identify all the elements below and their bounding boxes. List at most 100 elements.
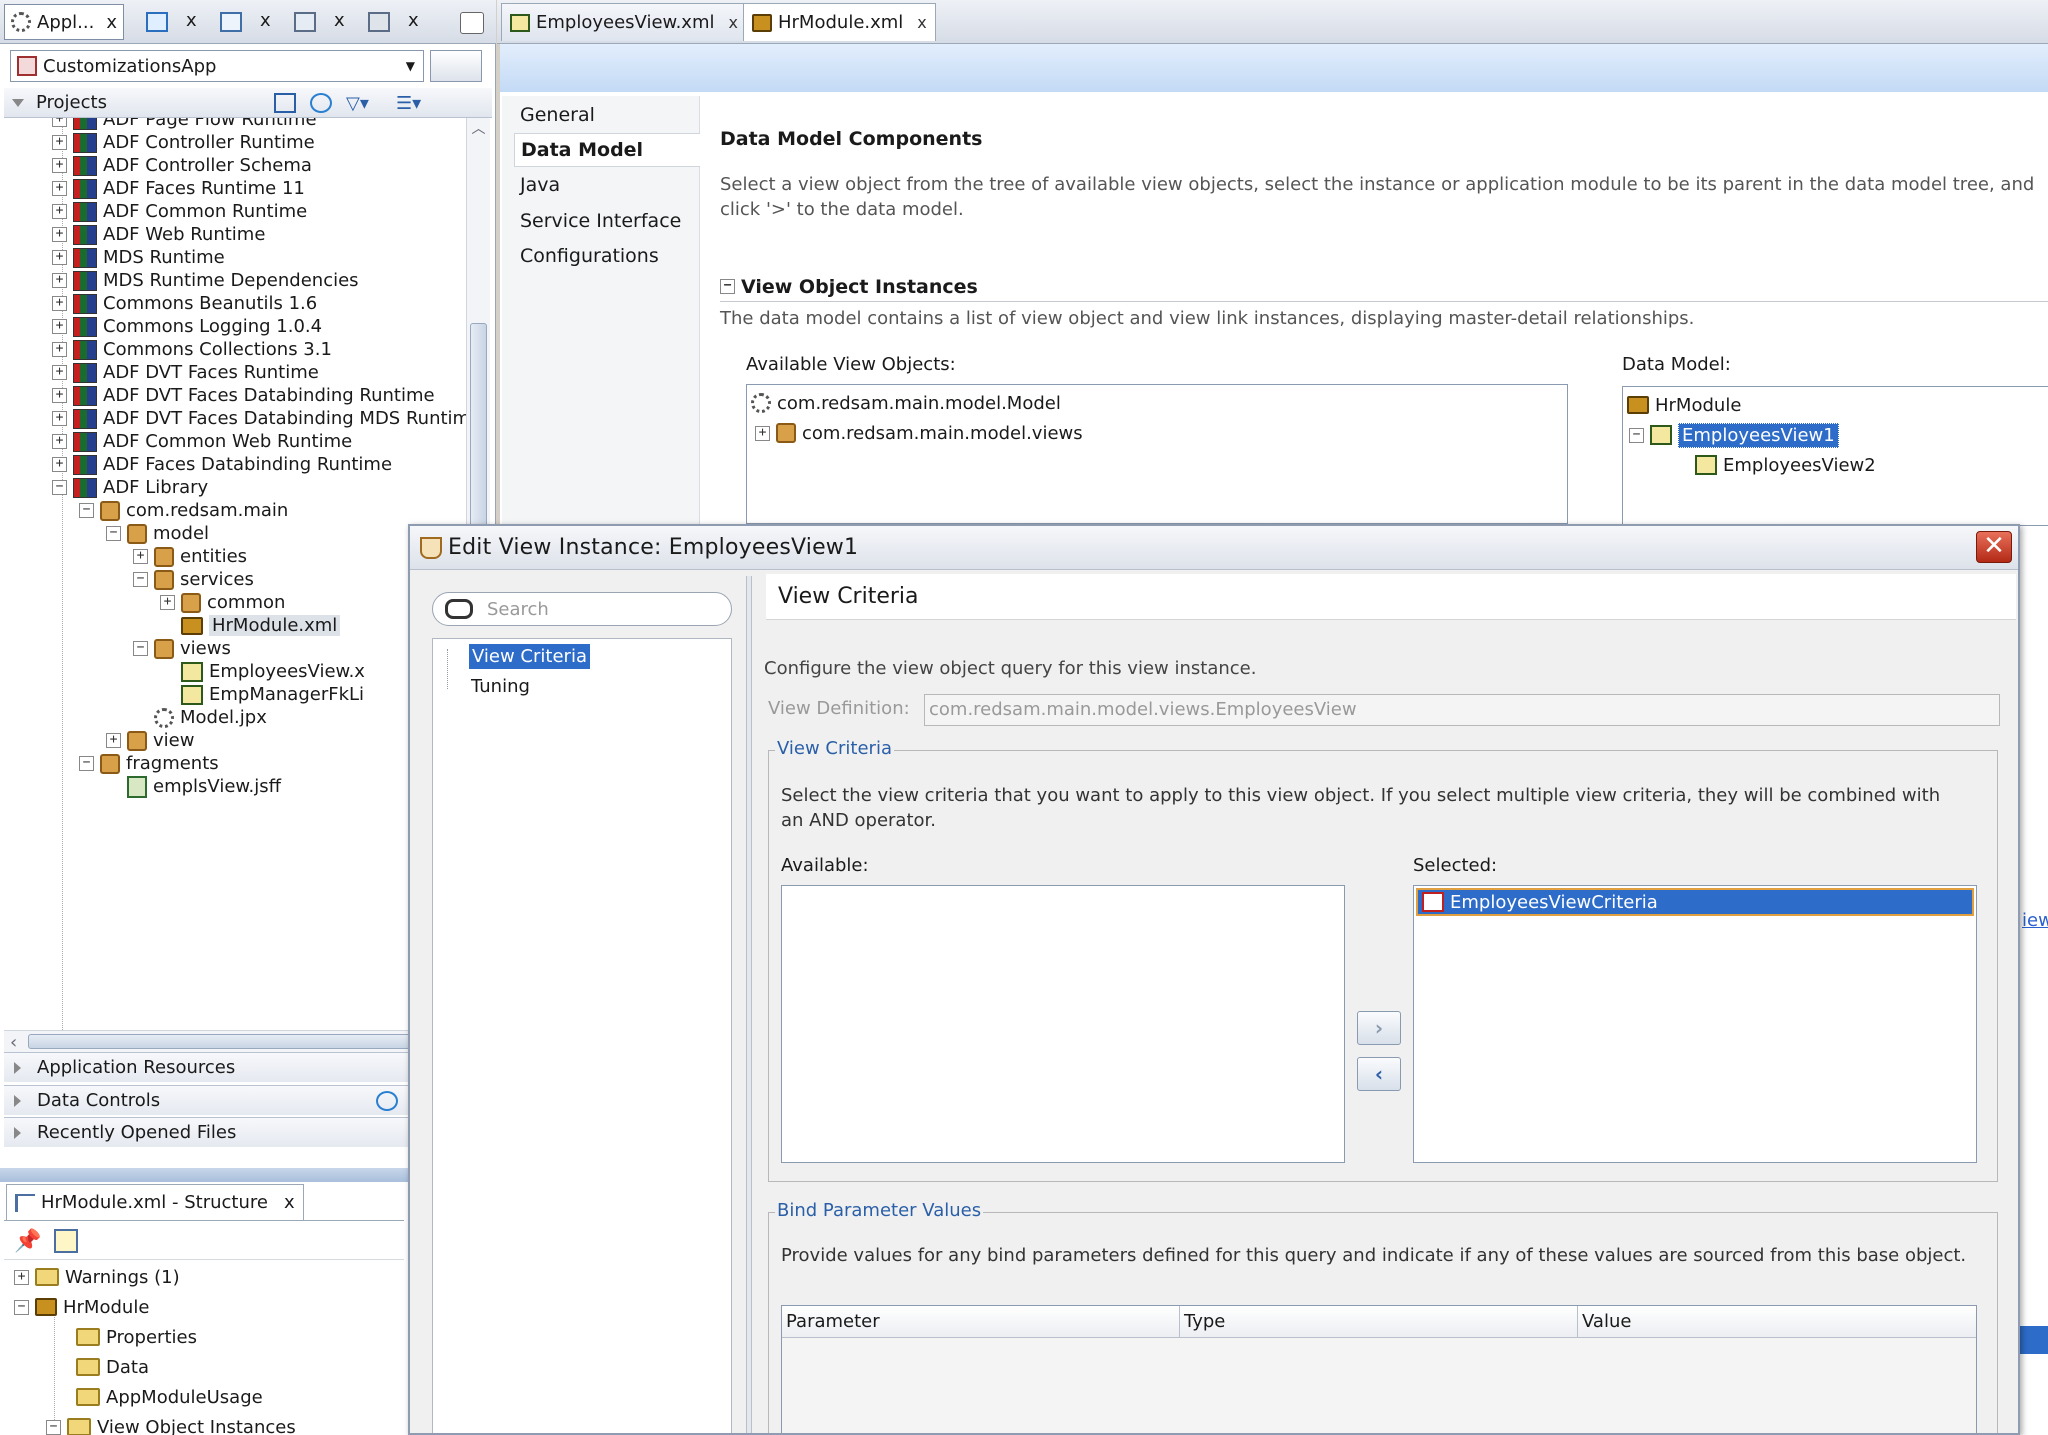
move-left-button[interactable]: ‹ xyxy=(1357,1057,1401,1091)
project-tree-item[interactable]: emplsView.jsff xyxy=(106,775,281,798)
dialog-title-bar[interactable]: Edit View Instance: EmployeesView1 ✕ xyxy=(410,526,2018,570)
dialog-nav-tuning[interactable]: Tuning xyxy=(471,671,530,701)
resource-icon[interactable] xyxy=(294,12,316,32)
project-tree-item[interactable]: EmpManagerFkLi xyxy=(160,683,364,706)
partial-link[interactable]: iew xyxy=(2022,910,2048,931)
project-tree-item[interactable]: + Commons Beanutils 1.6 xyxy=(52,292,317,315)
expand-icon[interactable]: + xyxy=(52,273,67,288)
collapse-icon[interactable]: − xyxy=(46,1419,61,1435)
accordion-data-controls[interactable]: Data Controls xyxy=(4,1085,408,1115)
tab-hrmodule-xml[interactable]: HrModule.xml x xyxy=(743,3,936,41)
selected-list[interactable]: EmployeesViewCriteria xyxy=(1413,885,1977,1163)
expand-icon[interactable]: + xyxy=(52,365,67,380)
available-view-objects-tree[interactable]: com.redsam.main.model.Model + com.redsam.… xyxy=(746,384,1568,524)
project-tree-item[interactable]: − ADF Library xyxy=(52,476,208,499)
project-tree-item[interactable]: + ADF Controller Schema xyxy=(52,154,312,177)
expand-icon[interactable]: + xyxy=(52,135,67,150)
tab-applications[interactable]: Appl... x xyxy=(4,4,124,40)
collapse-icon[interactable]: − xyxy=(106,526,121,541)
dialog-close-button[interactable]: ✕ xyxy=(1976,531,2012,563)
structure-item-properties[interactable]: Properties xyxy=(76,1322,197,1352)
dialog-search-field[interactable]: Search xyxy=(432,592,732,626)
project-tree-item[interactable]: − views xyxy=(133,637,231,660)
dialog-nav-view-criteria[interactable]: View Criteria xyxy=(469,641,590,671)
expand-icon[interactable]: + xyxy=(52,118,67,127)
expand-icon[interactable]: + xyxy=(52,227,67,242)
project-tree-item[interactable]: + ADF Faces Databinding Runtime xyxy=(52,453,392,476)
expand-icon[interactable]: + xyxy=(755,425,770,441)
close-icon[interactable]: x xyxy=(260,10,271,31)
collapse-icon[interactable]: − xyxy=(79,503,94,518)
structure-item-view-object-instances[interactable]: − View Object Instances xyxy=(46,1412,296,1435)
expand-icon[interactable]: + xyxy=(14,1269,29,1285)
expand-icon[interactable]: + xyxy=(52,434,67,449)
expand-icon[interactable]: + xyxy=(52,319,67,334)
tree-item-hrmodule[interactable]: HrModule xyxy=(1627,391,1741,419)
collapse-triangle-icon[interactable] xyxy=(12,98,24,107)
expand-icon[interactable]: + xyxy=(106,733,121,748)
hscroll-thumb[interactable] xyxy=(28,1034,448,1049)
project-tree-item[interactable]: + ADF DVT Faces Databinding Runtime xyxy=(52,384,435,407)
close-icon[interactable]: x xyxy=(186,10,197,31)
tab-employeesview-xml[interactable]: EmployeesView.xml x xyxy=(501,3,747,41)
expand-icon[interactable]: + xyxy=(52,181,67,196)
accordion-recently-opened-files[interactable]: Recently Opened Files xyxy=(4,1117,408,1147)
project-tree-item[interactable]: + Commons Logging 1.0.4 xyxy=(52,315,322,338)
database-icon[interactable] xyxy=(368,12,390,32)
table-header-parameter[interactable]: Parameter xyxy=(782,1305,1180,1338)
structure-tab[interactable]: HrModule.xml - Structure x xyxy=(6,1184,304,1220)
minimize-icon[interactable] xyxy=(460,12,484,34)
tree-item-employeesview1[interactable]: − EmployeesView1 xyxy=(1629,421,1839,449)
panel-divider[interactable] xyxy=(746,576,752,1433)
run-icon[interactable] xyxy=(146,12,168,32)
expand-icon[interactable]: + xyxy=(133,549,148,564)
application-menu-button[interactable] xyxy=(430,50,482,82)
expand-icon[interactable]: + xyxy=(52,296,67,311)
close-icon[interactable]: x xyxy=(917,13,926,32)
refresh-icon[interactable] xyxy=(376,1091,398,1111)
structure-item-data[interactable]: Data xyxy=(76,1352,149,1382)
nav-service-interface[interactable]: Service Interface xyxy=(514,204,700,238)
scroll-left-icon[interactable]: ‹ xyxy=(10,1032,17,1053)
project-tree-item[interactable]: + ADF Common Web Runtime xyxy=(52,430,352,453)
refresh-icon[interactable] xyxy=(310,93,332,113)
selected-item-employeesviewcriteria[interactable]: EmployeesViewCriteria xyxy=(1416,888,1974,916)
expand-icon[interactable]: + xyxy=(52,342,67,357)
available-list[interactable] xyxy=(781,885,1345,1163)
nav-java[interactable]: Java xyxy=(514,168,700,202)
close-icon[interactable]: x xyxy=(729,13,738,32)
collapse-icon[interactable]: − xyxy=(79,756,94,771)
collapse-icon[interactable]: − xyxy=(1629,427,1644,443)
structure-item-hrmodule[interactable]: − HrModule xyxy=(14,1292,149,1322)
expand-icon[interactable]: + xyxy=(52,204,67,219)
pin-icon[interactable]: 📌 xyxy=(14,1229,41,1254)
expand-icon[interactable]: + xyxy=(52,158,67,173)
expand-icon[interactable]: + xyxy=(52,250,67,265)
project-tree-item[interactable]: + ADF DVT Faces Databinding MDS Runtime xyxy=(52,407,466,430)
project-tree-item[interactable]: + ADF Web Runtime xyxy=(52,223,265,246)
collapse-icon[interactable]: − xyxy=(133,641,148,656)
project-tree-item[interactable]: HrModule.xml xyxy=(160,614,341,637)
project-tree-item[interactable]: + ADF Page Flow Runtime xyxy=(52,118,317,131)
project-tree-item[interactable]: + ADF Common Runtime xyxy=(52,200,307,223)
tree-item-views[interactable]: + com.redsam.main.model.views xyxy=(755,419,1083,447)
project-tree-item[interactable]: − model xyxy=(106,522,209,545)
expand-icon[interactable]: + xyxy=(52,388,67,403)
application-selector[interactable]: CustomizationsApp ▼ xyxy=(10,50,424,82)
nav-configurations[interactable]: Configurations xyxy=(514,239,700,273)
tree-item-model[interactable]: com.redsam.main.model.Model xyxy=(751,389,1061,417)
close-icon[interactable]: x xyxy=(334,10,345,31)
close-icon[interactable]: x xyxy=(408,10,419,31)
project-tree-item[interactable]: EmployeesView.x xyxy=(160,660,365,683)
project-tree-item[interactable]: − services xyxy=(133,568,254,591)
tree-item-employeesview2[interactable]: EmployeesView2 xyxy=(1695,451,1876,479)
bind-parameter-table[interactable]: Parameter Type Value xyxy=(781,1305,1977,1433)
project-tree-hscroll[interactable]: ‹ xyxy=(4,1030,466,1053)
project-tree-item[interactable]: + entities xyxy=(133,545,247,568)
project-tree-item[interactable]: Model.jpx xyxy=(133,706,267,729)
project-tree-item[interactable]: + MDS Runtime Dependencies xyxy=(52,269,359,292)
expand-icon[interactable]: + xyxy=(52,457,67,472)
close-icon[interactable]: x xyxy=(284,1192,295,1213)
expand-icon[interactable]: + xyxy=(52,411,67,426)
project-tree-item[interactable]: + MDS Runtime xyxy=(52,246,225,269)
